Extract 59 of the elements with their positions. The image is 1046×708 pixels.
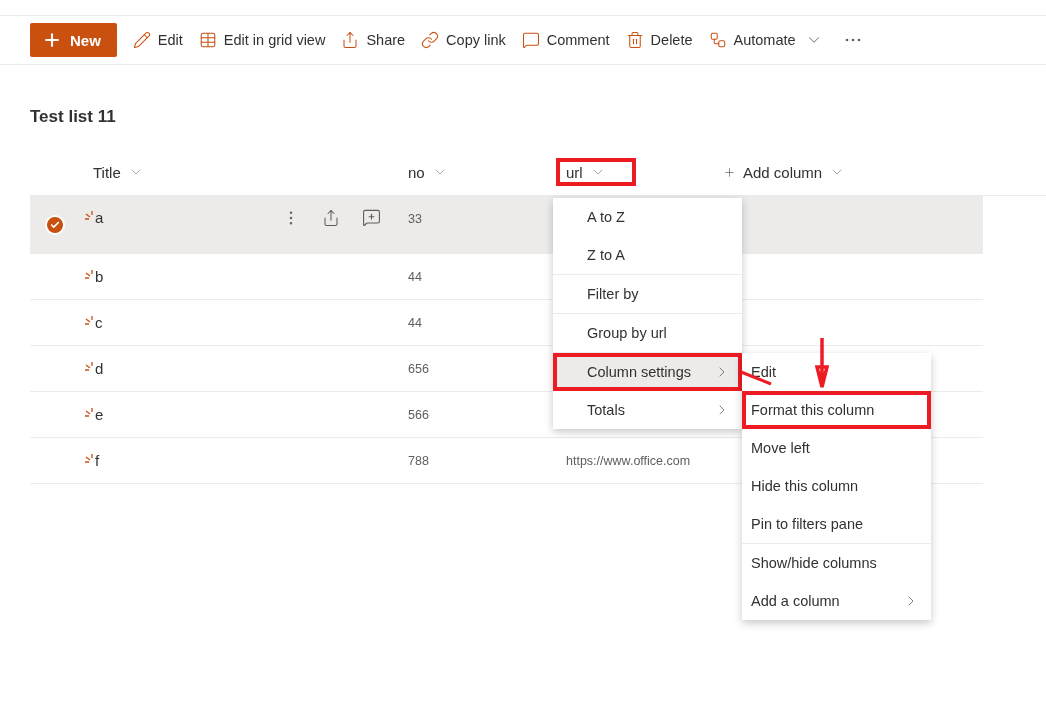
new-item-icon (85, 408, 95, 418)
share-icon (341, 31, 360, 49)
comment-icon[interactable] (362, 208, 381, 227)
menu-item[interactable]: Hide this column (742, 467, 931, 505)
pencil-icon (132, 31, 151, 49)
menu-item[interactable]: Column settings (553, 353, 742, 391)
column-header[interactable]: no (398, 158, 478, 186)
number-cell-text: 44 (407, 269, 423, 284)
title-cell: d (95, 360, 104, 377)
flow-icon (708, 31, 727, 49)
trash-icon (625, 31, 644, 49)
menu-item[interactable]: Z to A (553, 236, 742, 274)
toolbar-button[interactable]: Edit (132, 31, 183, 49)
new-item-icon (85, 211, 95, 221)
toolbar-button[interactable]: Delete (625, 31, 693, 49)
toolbar-button[interactable]: Edit in grid view (198, 31, 326, 49)
toolbar-button[interactable]: Automate (708, 31, 823, 49)
menu-item[interactable]: Group by url (553, 314, 742, 352)
column-header[interactable]: url (556, 158, 636, 186)
new-button[interactable]: New (30, 23, 117, 57)
comment-icon (521, 31, 540, 49)
toolbar-button[interactable]: Share (341, 31, 406, 49)
url-cell-text: https://www.office.com (565, 453, 692, 468)
new-item-icon (85, 316, 95, 326)
number-cell-text: 656 (407, 361, 430, 376)
title-cell: f (95, 452, 100, 469)
column-header[interactable]: Title (83, 158, 174, 186)
check-icon[interactable] (45, 214, 65, 235)
menu-item[interactable]: Totals (553, 391, 742, 429)
toolbar-button[interactable]: Copy link (421, 31, 506, 49)
plus-icon (723, 165, 736, 179)
menu-item[interactable]: A to Z (553, 198, 742, 236)
number-cell-text: 44 (407, 315, 423, 330)
menu-item[interactable]: Filter by (553, 275, 742, 313)
new-item-icon (85, 362, 95, 372)
more-icon (844, 38, 861, 42)
more-button[interactable] (844, 38, 861, 42)
title-cell: b (95, 268, 104, 285)
link-icon (421, 31, 440, 49)
plus-icon (42, 30, 62, 50)
menu-item[interactable]: Pin to filters pane (742, 505, 931, 543)
menu-item[interactable]: Show/hide columns (742, 544, 931, 582)
menu-item[interactable]: Add a column (742, 582, 931, 620)
number-cell-text: 33 (407, 211, 423, 226)
column-header[interactable]: Add column (713, 158, 876, 186)
menu-item[interactable]: Move left (742, 429, 931, 467)
title-cell: a (95, 209, 104, 226)
list-title: Test list 11 (30, 107, 117, 127)
title-cell: e (95, 406, 104, 423)
new-item-icon (85, 270, 95, 280)
toolbar-button[interactable]: Comment (521, 31, 610, 49)
new-item-icon (85, 454, 95, 464)
number-cell-text: 566 (407, 407, 430, 422)
menu-item[interactable]: Format this column (742, 391, 931, 429)
annotation-arrow (815, 337, 829, 389)
share-icon[interactable] (322, 208, 340, 227)
title-cell: c (95, 314, 103, 331)
grid-icon (198, 31, 217, 49)
number-cell-text: 788 (407, 453, 430, 468)
